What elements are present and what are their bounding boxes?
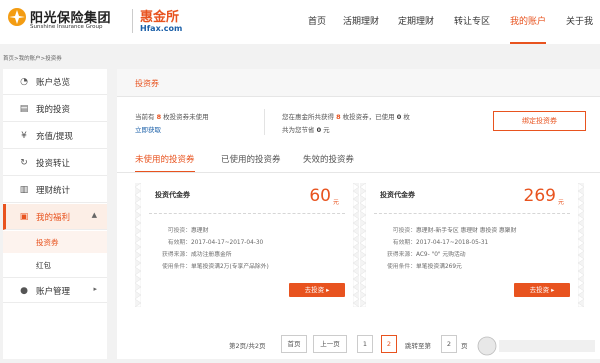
- pie-chart-icon: ◔: [20, 77, 28, 87]
- chevron-right-icon: ▸: [93, 285, 97, 293]
- sidebar-item-label: 投资转让: [36, 159, 71, 169]
- bind-coupon-button[interactable]: 绑定投资券: [493, 111, 586, 131]
- document-icon: ▤: [19, 104, 29, 114]
- gift-icon: ▣: [19, 212, 29, 222]
- coupon-body: 投资代金券 60 元 可投资：惠理财 有效期：2017-04-17~2017-0…: [141, 183, 353, 307]
- bar-chart-icon: ▥: [19, 185, 29, 195]
- chevron-up-icon: ▲: [91, 211, 97, 219]
- partner-name-cn[interactable]: 惠金所: [140, 6, 179, 25]
- page-2-button[interactable]: 2: [381, 335, 397, 353]
- logo-divider: [132, 9, 133, 33]
- nav-fixed-finance[interactable]: 定期理财: [398, 0, 434, 44]
- sidebar-item-deposit-withdraw[interactable]: ¥ 充值/提现: [3, 123, 107, 149]
- main-panel: 投资券 当前有 8 枚投资券未使用 立即获取 您在惠金所共获得 8 枚投资券，已…: [117, 69, 600, 359]
- tab-expired-coupons[interactable]: 失效的投资券: [303, 153, 354, 173]
- coupon-card: 投资代金券 60 元 可投资：惠理财 有效期：2017-04-17~2017-0…: [135, 183, 359, 307]
- sidebar-item-label: 充值/提现: [36, 132, 73, 142]
- partner-name-en: Hfax.com: [140, 24, 183, 33]
- coupon-edge: [578, 183, 584, 307]
- sidebar-item-label: 我的投资: [36, 105, 71, 115]
- invest-button[interactable]: 去投资 ▸: [514, 283, 570, 297]
- coupon-row-condition: 使用条件：单笔投资满269元: [387, 264, 462, 270]
- nav-my-account[interactable]: 我的账户: [510, 0, 547, 44]
- sunshine-logo-icon[interactable]: [7, 7, 27, 27]
- coupon-divider: [149, 213, 345, 214]
- site-header: 阳光保险集团 Sunshine Insurance Group 惠金所 Hfax…: [0, 0, 600, 44]
- redeem-link[interactable]: 立即获取: [135, 124, 161, 134]
- jump-unit: 页: [461, 342, 468, 350]
- coupon-title: 投资代金券: [155, 191, 190, 199]
- prev-page-button[interactable]: 上一页: [313, 335, 347, 353]
- refresh-icon: ↻: [20, 158, 28, 168]
- received-summary: 您在惠金所共获得 8 枚投资券，已使用 0 枚: [282, 113, 410, 121]
- coupon-unit: 元: [557, 199, 564, 206]
- first-page-button[interactable]: 首页: [281, 335, 307, 353]
- coupon-row-scope: 可投资：惠理财-新手专区 惠理财 惠投资 惠聚财: [392, 228, 517, 234]
- jump-label: 跳转至第: [405, 342, 431, 350]
- nav-current-finance[interactable]: 活期理财: [343, 0, 379, 44]
- coupon-row-scope: 可投资：惠理财: [167, 228, 209, 234]
- sidebar-item-label: 账户总览: [36, 78, 71, 88]
- coupon-row-condition: 使用条件：单笔投资满2万(专享产品除外): [162, 264, 269, 270]
- sidebar: ◔ 账户总览 ▤ 我的投资 ¥ 充值/提现 ↻ 投资转让 ▥ 理财统计 ▣ 我的…: [3, 69, 107, 359]
- page-info: 第2页/共2页: [229, 342, 266, 350]
- coupon-body: 投资代金券 269 元 可投资：惠理财-新手专区 惠理财 惠投资 惠聚财 有效期…: [366, 183, 578, 307]
- sidebar-subitem-label: 投资券: [36, 238, 59, 247]
- brand-name-en: Sunshine Insurance Group: [30, 24, 103, 30]
- page-1-button[interactable]: 1: [357, 335, 373, 353]
- sidebar-subitem-red-packet[interactable]: 红包: [3, 254, 107, 276]
- sidebar-subitem-label: 红包: [36, 261, 51, 270]
- coupon-title: 投资代金券: [380, 191, 415, 199]
- panel-header: 投资券: [117, 69, 600, 97]
- breadcrumb[interactable]: 首页>我的账户>投资券: [3, 54, 62, 62]
- watermark-logo: [475, 334, 600, 359]
- sidebar-item-my-welfare[interactable]: ▣ 我的福利 ▲: [3, 204, 107, 230]
- sidebar-item-label: 理财统计: [36, 186, 71, 196]
- tabs-underline: [117, 172, 600, 173]
- tab-unused-coupons[interactable]: 未使用的投资券: [135, 153, 195, 173]
- coupon-unit: 元: [332, 199, 339, 206]
- coupon-divider: [374, 213, 570, 214]
- sidebar-item-account-management[interactable]: ● 账户管理 ▸: [3, 277, 107, 303]
- summary-divider: [264, 109, 265, 135]
- sidebar-item-overview[interactable]: ◔ 账户总览: [3, 69, 107, 95]
- user-icon: ●: [20, 286, 28, 296]
- nav-about[interactable]: 关于我: [566, 0, 593, 44]
- nav-home[interactable]: 首页: [308, 0, 326, 44]
- nav-transfer-zone[interactable]: 转让专区: [454, 0, 490, 44]
- sidebar-item-investment-transfer[interactable]: ↻ 投资转让: [3, 150, 107, 176]
- page-title: 投资券: [135, 79, 159, 88]
- sidebar-item-finance-stats[interactable]: ▥ 理财统计: [3, 177, 107, 203]
- coupon-row-source: 获得来源：AC9- "0" 元购活动: [387, 252, 466, 258]
- sidebar-item-label: 账户管理: [36, 287, 71, 297]
- sidebar-subitem-coupons[interactable]: 投资券: [3, 231, 107, 253]
- coupon-edge: [353, 183, 359, 307]
- sidebar-item-my-investment[interactable]: ▤ 我的投资: [3, 96, 107, 122]
- tab-used-coupons[interactable]: 已使用的投资券: [221, 153, 281, 173]
- sidebar-item-label: 我的福利: [36, 213, 71, 223]
- jump-page-input[interactable]: 2: [441, 335, 457, 353]
- invest-button[interactable]: 去投资 ▸: [289, 283, 345, 297]
- coupon-row-source: 获得来源：成功注册惠金所: [162, 252, 232, 258]
- coupon-card: 投资代金券 269 元 可投资：惠理财-新手专区 惠理财 惠投资 惠聚财 有效期…: [360, 183, 584, 307]
- coupon-amount: 269: [523, 186, 556, 206]
- coupon-amount: 60: [309, 186, 331, 206]
- coupon-row-validity: 有效期：2017-04-17~2018-05-31: [392, 240, 489, 246]
- saved-summary: 共为您节省 0 元: [282, 126, 330, 134]
- coupon-row-validity: 有效期：2017-04-17~2017-04-30: [167, 240, 264, 246]
- yen-icon: ¥: [21, 131, 27, 141]
- unused-summary: 当前有 8 枚投资券未使用: [135, 113, 209, 121]
